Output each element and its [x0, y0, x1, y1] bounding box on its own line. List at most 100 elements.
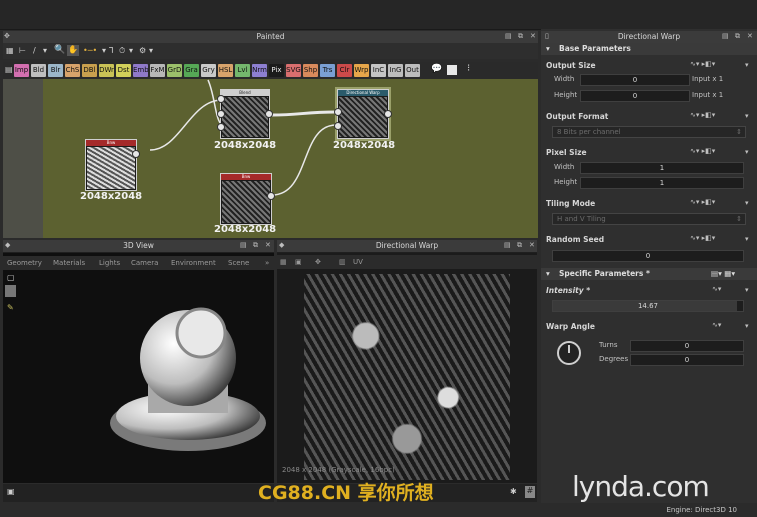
screenshot-icon[interactable]: ▣ — [7, 487, 15, 496]
intensity-slider[interactable]: 14.67 — [552, 300, 744, 312]
view-options-icon[interactable]: ▢ — [7, 273, 15, 282]
pixel-height-field[interactable]: 1 — [580, 177, 744, 189]
input-port[interactable] — [217, 95, 225, 103]
properties-close-icon[interactable]: ✕ — [747, 32, 753, 40]
parameter-function-icon[interactable]: ∿▾ ▸◧▾ — [690, 198, 715, 206]
node-thumbnail — [222, 97, 268, 137]
bnw-node[interactable]: Bnw — [85, 139, 137, 191]
uv-toggle[interactable]: UV — [353, 255, 363, 269]
image-icon[interactable]: ▦ — [280, 255, 287, 269]
tiling-mode-select[interactable]: H and V Tiling ⇕ — [552, 213, 746, 225]
chevron-down-icon[interactable]: ▾ — [745, 199, 749, 207]
chevron-down-icon[interactable]: ▾ — [745, 148, 749, 156]
input-port[interactable] — [217, 123, 225, 131]
pixel-width-field[interactable]: 1 — [580, 162, 744, 174]
light-tool-icon[interactable]: ✎ — [7, 303, 14, 312]
bnw-node[interactable]: Bnw — [220, 173, 272, 225]
warp-angle-dial[interactable] — [557, 341, 581, 365]
output-port[interactable] — [265, 110, 273, 118]
3d-view-title-text: 3D View — [123, 241, 154, 250]
save-icon[interactable]: ▣ — [295, 255, 302, 269]
node-title: Bnw — [86, 140, 136, 146]
2d-view-toolbar: ▦ ▣ ✥ ▥ UV — [277, 255, 537, 269]
section-options-icon[interactable]: ▤▾ ▦▾ — [711, 268, 735, 280]
parameter-function-icon[interactable]: ∿▾ — [712, 285, 721, 293]
3d-view-float-icon[interactable]: ⧉ — [253, 241, 258, 250]
status-bar: Engine: Direct3D 10 — [541, 503, 757, 517]
turns-label: Turns — [599, 341, 618, 349]
input-port[interactable] — [217, 110, 225, 118]
menu-environment[interactable]: Environment — [171, 256, 216, 270]
chevron-down-icon[interactable]: ▾ — [745, 112, 749, 120]
menu-materials[interactable]: Materials — [53, 256, 85, 270]
3d-viewport[interactable]: Geometry Materials Lights Camera Environ… — [3, 253, 274, 483]
pixel-height-label: Height — [554, 178, 578, 186]
menu-geometry[interactable]: Geometry — [7, 256, 42, 270]
texture-info-text: 2048 x 2048 (Grayscale, 16bpc) — [282, 466, 395, 474]
turns-field[interactable]: 0 — [630, 340, 744, 352]
degrees-label: Degrees — [599, 355, 629, 363]
directional-warp-node[interactable]: Directional Warp — [335, 87, 391, 141]
random-seed-field[interactable]: 0 — [552, 250, 744, 262]
properties-doc-icon[interactable]: ▯ — [545, 32, 549, 40]
output-port[interactable] — [267, 192, 275, 200]
dial-needle — [568, 345, 570, 353]
output-port[interactable] — [384, 110, 392, 118]
output-height-field[interactable]: 0 — [580, 90, 690, 102]
input-port[interactable] — [334, 122, 342, 130]
3d-view-status-bar: ▣ — [3, 484, 274, 502]
base-parameters-header[interactable]: ▾ Base Parameters — [541, 43, 757, 55]
output-format-select[interactable]: 8 Bits per channel ⇕ — [552, 126, 746, 138]
2d-view-float-icon[interactable]: ⧉ — [517, 241, 522, 250]
parameter-function-icon[interactable]: ∿▾ ▸◧▾ — [690, 60, 715, 68]
output-port[interactable] — [132, 150, 140, 158]
parameter-function-icon[interactable]: ∿▾ — [712, 321, 721, 329]
2d-view-title-text: Directional Warp — [375, 241, 439, 250]
warp-angle-label: Warp Angle — [546, 322, 595, 331]
properties-pin-icon[interactable]: ▤ — [722, 32, 729, 40]
properties-float-icon[interactable]: ⧉ — [735, 32, 740, 41]
output-height-suffix: Input x 1 — [692, 91, 724, 99]
parameter-function-icon[interactable]: ∿▾ ▸◧▾ — [690, 234, 715, 242]
2d-view-panel-title: Directional Warp — [277, 240, 537, 253]
degrees-field[interactable]: 0 — [630, 354, 744, 366]
move-icon[interactable]: ✥ — [315, 255, 321, 269]
grid-toggle-icon[interactable]: # — [525, 486, 535, 498]
node-size-label: 2048x2048 — [80, 191, 143, 202]
menu-scene[interactable]: Scene — [228, 256, 249, 270]
node-thumbnail — [339, 97, 387, 137]
3d-view-grip-icon[interactable]: ◆ — [5, 241, 10, 249]
blend-node[interactable]: Blend — [220, 89, 270, 139]
chevron-down-icon[interactable]: ▾ — [745, 61, 749, 69]
output-width-field[interactable]: 0 — [580, 74, 690, 86]
menu-overflow-icon[interactable]: » — [265, 256, 269, 270]
output-format-label: Output Format — [546, 112, 609, 121]
2d-view-grip-icon[interactable]: ◆ — [279, 241, 284, 249]
3d-view-pin-icon[interactable]: ▤ — [240, 241, 247, 249]
3d-view-close-icon[interactable]: ✕ — [265, 241, 271, 249]
node-thumbnail — [222, 181, 270, 223]
tiling-mode-value: H and V Tiling — [557, 215, 606, 223]
output-width-label: Width — [554, 75, 575, 83]
rotate-tool-icon[interactable] — [5, 285, 16, 297]
node-size-label: 2048x2048 — [214, 140, 277, 151]
parameter-function-icon[interactable]: ∿▾ ▸◧▾ — [690, 147, 715, 155]
channels-icon[interactable]: ▥ — [339, 255, 346, 269]
pixel-size-label: Pixel Size — [546, 148, 587, 157]
menu-camera[interactable]: Camera — [131, 256, 158, 270]
parameter-function-icon[interactable]: ∿▾ ▸◧▾ — [690, 111, 715, 119]
output-format-value: 8 Bits per channel — [557, 128, 621, 136]
output-width-suffix: Input x 1 — [692, 75, 724, 83]
2d-view-pin-icon[interactable]: ▤ — [504, 241, 511, 249]
chevron-down-icon[interactable]: ▾ — [745, 286, 749, 294]
2d-view-close-icon[interactable]: ✕ — [529, 241, 535, 249]
specific-parameters-header[interactable]: ▾ Specific Parameters * ▤▾ ▦▾ — [541, 268, 757, 280]
lynda-watermark: lynda.com — [572, 470, 710, 503]
chevron-down-icon[interactable]: ▾ — [745, 322, 749, 330]
chevron-down-icon[interactable]: ▾ — [745, 235, 749, 243]
menu-lights[interactable]: Lights — [99, 256, 120, 270]
material-preview-sphere — [110, 307, 266, 451]
settings-icon[interactable]: ✱ — [510, 487, 517, 496]
node-title: Bnw — [221, 174, 271, 180]
input-port[interactable] — [334, 108, 342, 116]
